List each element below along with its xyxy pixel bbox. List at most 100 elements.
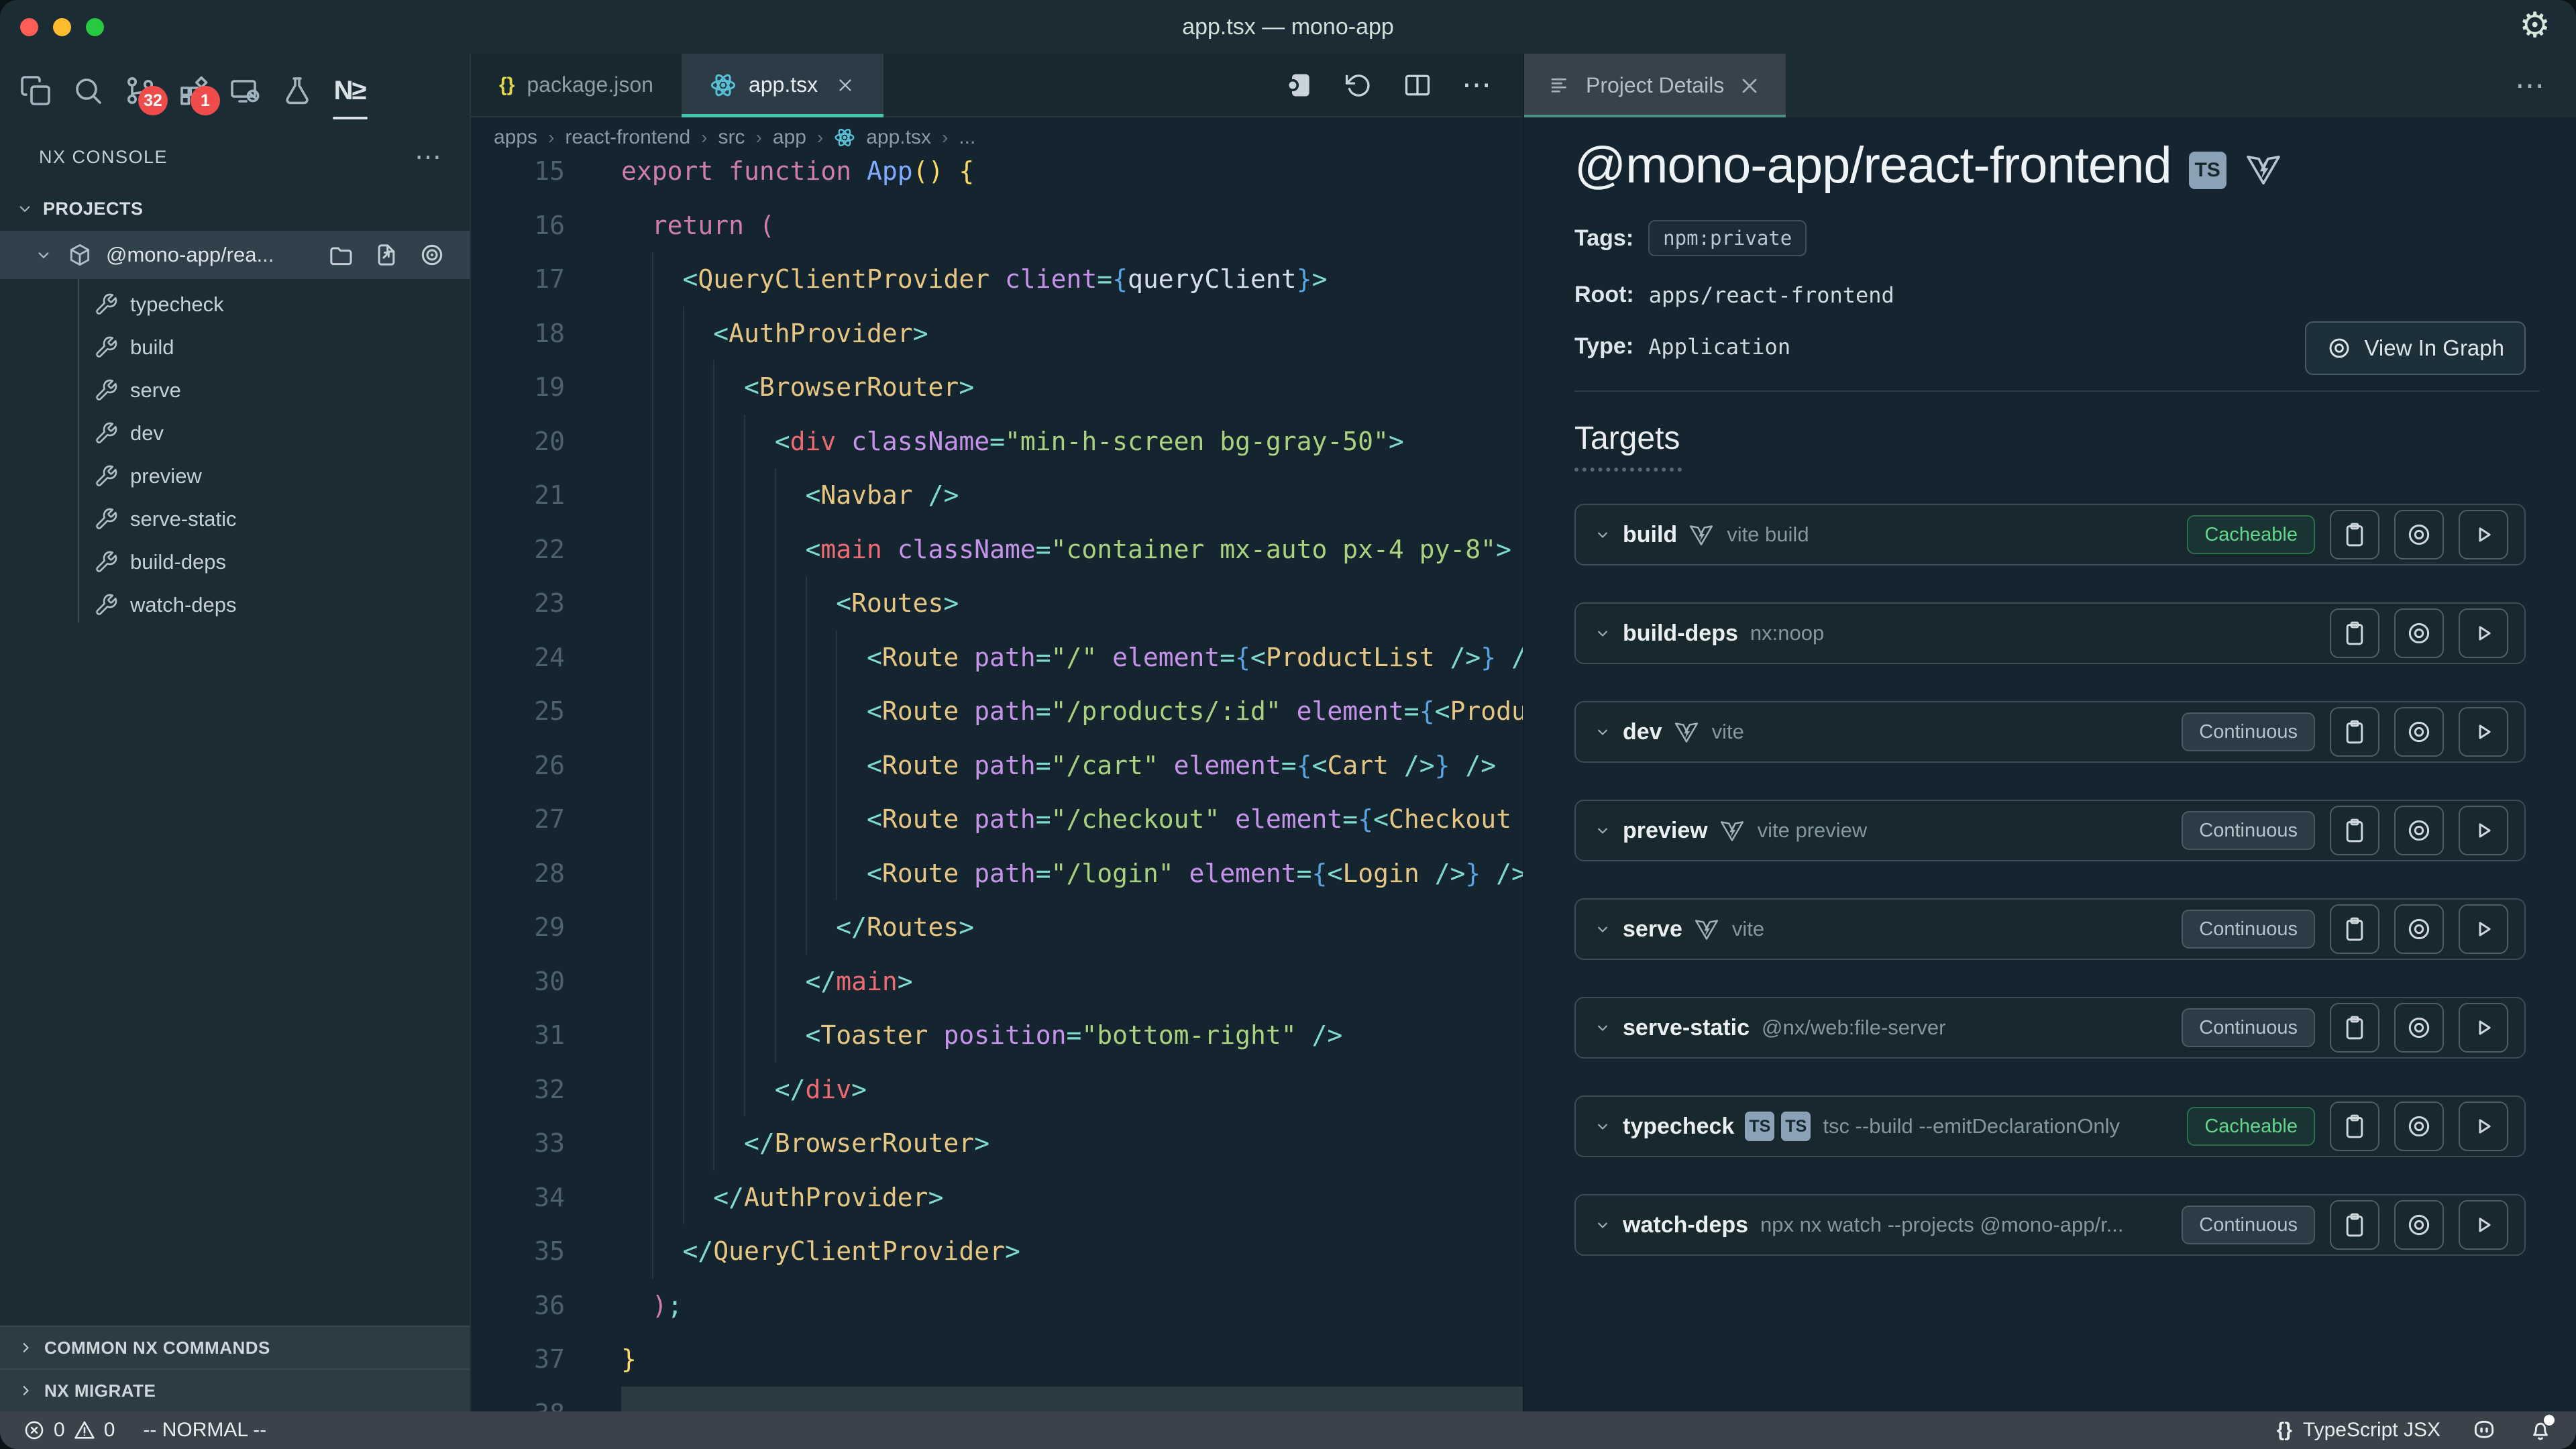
target-card-serve[interactable]: serve vite Continuous [1574, 898, 2526, 960]
run-target-button[interactable] [2459, 707, 2508, 757]
run-target-button[interactable] [2459, 510, 2508, 559]
close-tab-icon[interactable] [835, 75, 855, 95]
chevron-down-icon[interactable] [1593, 722, 1612, 741]
tab-app-tsx[interactable]: app.tsx [682, 54, 883, 116]
code-line[interactable]: 37} [471, 1332, 1523, 1387]
notifications-bell[interactable] [2528, 1417, 2553, 1443]
chevron-down-icon[interactable] [1593, 920, 1612, 938]
run-target-button[interactable] [2459, 1003, 2508, 1053]
code-line[interactable]: 22 <main className="container mx-auto px… [471, 523, 1523, 577]
explorer-icon[interactable] [9, 64, 62, 117]
copy-button[interactable] [2330, 707, 2379, 757]
more-actions-icon[interactable]: ⋯ [1462, 80, 1493, 90]
extensions-icon[interactable]: 1 [166, 64, 219, 117]
code-editor[interactable]: 15export function App() {16 return (17 <… [471, 158, 1523, 1411]
run-target-config-icon[interactable] [1285, 70, 1314, 100]
sidebar-target-serve-static[interactable]: serve-static [0, 498, 470, 541]
target-card-build-deps[interactable]: build-deps nx:noop [1574, 602, 2526, 664]
chevron-down-icon[interactable] [1593, 1216, 1612, 1234]
breadcrumb-item[interactable]: ... [959, 126, 975, 149]
refresh-icon[interactable] [1344, 70, 1373, 100]
project-row-selected[interactable]: @mono-app/rea... [0, 231, 470, 279]
view-in-graph-button[interactable] [2394, 904, 2444, 954]
code-line[interactable]: 24 <Route path="/" element={<ProductList… [471, 631, 1523, 685]
copy-button[interactable] [2330, 608, 2379, 658]
target-card-dev[interactable]: dev vite Continuous [1574, 701, 2526, 763]
copilot-icon[interactable] [2471, 1417, 2497, 1443]
chevron-down-icon[interactable] [1593, 821, 1612, 840]
view-in-graph-button[interactable] [2394, 1102, 2444, 1151]
gear-icon[interactable]: ⚙ [2519, 8, 2551, 43]
close-tab-icon[interactable] [1737, 74, 1762, 98]
target-card-watch-deps[interactable]: watch-deps npx nx watch --projects @mono… [1574, 1194, 2526, 1256]
sidebar-target-watch-deps[interactable]: watch-deps [0, 584, 470, 627]
problems-indicator[interactable]: 0 0 [23, 1419, 115, 1442]
code-line[interactable]: 36 ); [471, 1279, 1523, 1333]
code-line[interactable]: 34 </AuthProvider> [471, 1171, 1523, 1225]
code-line[interactable]: 32 </div> [471, 1063, 1523, 1117]
target-icon[interactable] [419, 241, 445, 268]
tab-project-details[interactable]: Project Details [1524, 54, 1786, 117]
copy-button[interactable] [2330, 510, 2379, 559]
view-in-graph-button[interactable] [2394, 1003, 2444, 1053]
open-config-file-icon[interactable] [373, 241, 400, 268]
target-card-preview[interactable]: preview vite preview Continuous [1574, 800, 2526, 861]
sidebar-section-nx-migrate[interactable]: NX MIGRATE [0, 1368, 470, 1411]
view-in-graph-button[interactable] [2394, 608, 2444, 658]
run-target-button[interactable] [2459, 904, 2508, 954]
breadcrumb-item[interactable]: app [773, 126, 806, 149]
tab-package-json[interactable]: {} package.json [471, 54, 682, 116]
copy-button[interactable] [2330, 806, 2379, 855]
code-line[interactable]: 18 <AuthProvider> [471, 307, 1523, 361]
view-more-icon[interactable]: ⋯ [415, 152, 443, 162]
copy-button[interactable] [2330, 1200, 2379, 1250]
chevron-down-icon[interactable] [1593, 1018, 1612, 1037]
code-line[interactable]: 26 <Route path="/cart" element={<Cart />… [471, 739, 1523, 793]
copy-button[interactable] [2330, 1003, 2379, 1053]
sidebar-target-typecheck[interactable]: typecheck [0, 283, 470, 326]
panel-more-icon[interactable]: ⋯ [2515, 80, 2576, 91]
sidebar-section-common-nx-commands[interactable]: COMMON NX COMMANDS [0, 1326, 470, 1368]
breadcrumb-item[interactable]: react-frontend [565, 126, 690, 149]
sidebar-target-build-deps[interactable]: build-deps [0, 541, 470, 584]
split-editor-icon[interactable] [1403, 70, 1432, 100]
target-card-typecheck[interactable]: typecheck TSTS tsc --build --emitDeclara… [1574, 1095, 2526, 1157]
run-target-button[interactable] [2459, 806, 2508, 855]
code-line[interactable]: 27 <Route path="/checkout" element={<Che… [471, 792, 1523, 847]
sidebar-target-preview[interactable]: preview [0, 455, 470, 498]
copy-button[interactable] [2330, 1102, 2379, 1151]
source-control-icon[interactable]: 32 [114, 64, 166, 117]
chevron-down-icon[interactable] [1593, 624, 1612, 643]
code-line[interactable]: 21 <Navbar /> [471, 468, 1523, 523]
code-line[interactable]: 31 <Toaster position="bottom-right" /> [471, 1008, 1523, 1063]
view-in-graph-button[interactable] [2394, 806, 2444, 855]
view-in-graph-button[interactable] [2394, 1200, 2444, 1250]
code-line[interactable]: 33 </BrowserRouter> [471, 1116, 1523, 1171]
code-line[interactable]: 38 [471, 1387, 1523, 1412]
code-line[interactable]: 15export function App() { [471, 158, 1523, 199]
maximize-window-button[interactable] [86, 18, 104, 36]
sidebar-target-dev[interactable]: dev [0, 412, 470, 455]
breadcrumb-item[interactable]: src [718, 126, 745, 149]
run-target-button[interactable] [2459, 1102, 2508, 1151]
chevron-down-icon[interactable] [1593, 1117, 1612, 1136]
code-line[interactable]: 19 <BrowserRouter> [471, 360, 1523, 415]
code-line[interactable]: 29 </Routes> [471, 900, 1523, 955]
breadcrumb-item[interactable]: apps [494, 126, 537, 149]
run-target-button[interactable] [2459, 608, 2508, 658]
target-card-build[interactable]: build vite build Cacheable [1574, 504, 2526, 566]
sidebar-target-serve[interactable]: serve [0, 369, 470, 412]
view-in-graph-button[interactable]: View In Graph [2305, 321, 2526, 375]
breadcrumb-item[interactable]: app.tsx [866, 126, 931, 149]
testing-icon[interactable] [271, 64, 323, 117]
nx-console-icon[interactable]: N≥ [323, 64, 376, 117]
sidebar-target-build[interactable]: build [0, 326, 470, 369]
view-in-graph-button[interactable] [2394, 510, 2444, 559]
minimize-window-button[interactable] [53, 18, 71, 36]
code-line[interactable]: 23 <Routes> [471, 576, 1523, 631]
copy-button[interactable] [2330, 904, 2379, 954]
code-line[interactable]: 30 </main> [471, 955, 1523, 1009]
target-card-serve-static[interactable]: serve-static @nx/web:file-server Continu… [1574, 997, 2526, 1059]
code-line[interactable]: 35 </QueryClientProvider> [471, 1224, 1523, 1279]
language-indicator[interactable]: {} TypeScript JSX [2277, 1419, 2440, 1442]
